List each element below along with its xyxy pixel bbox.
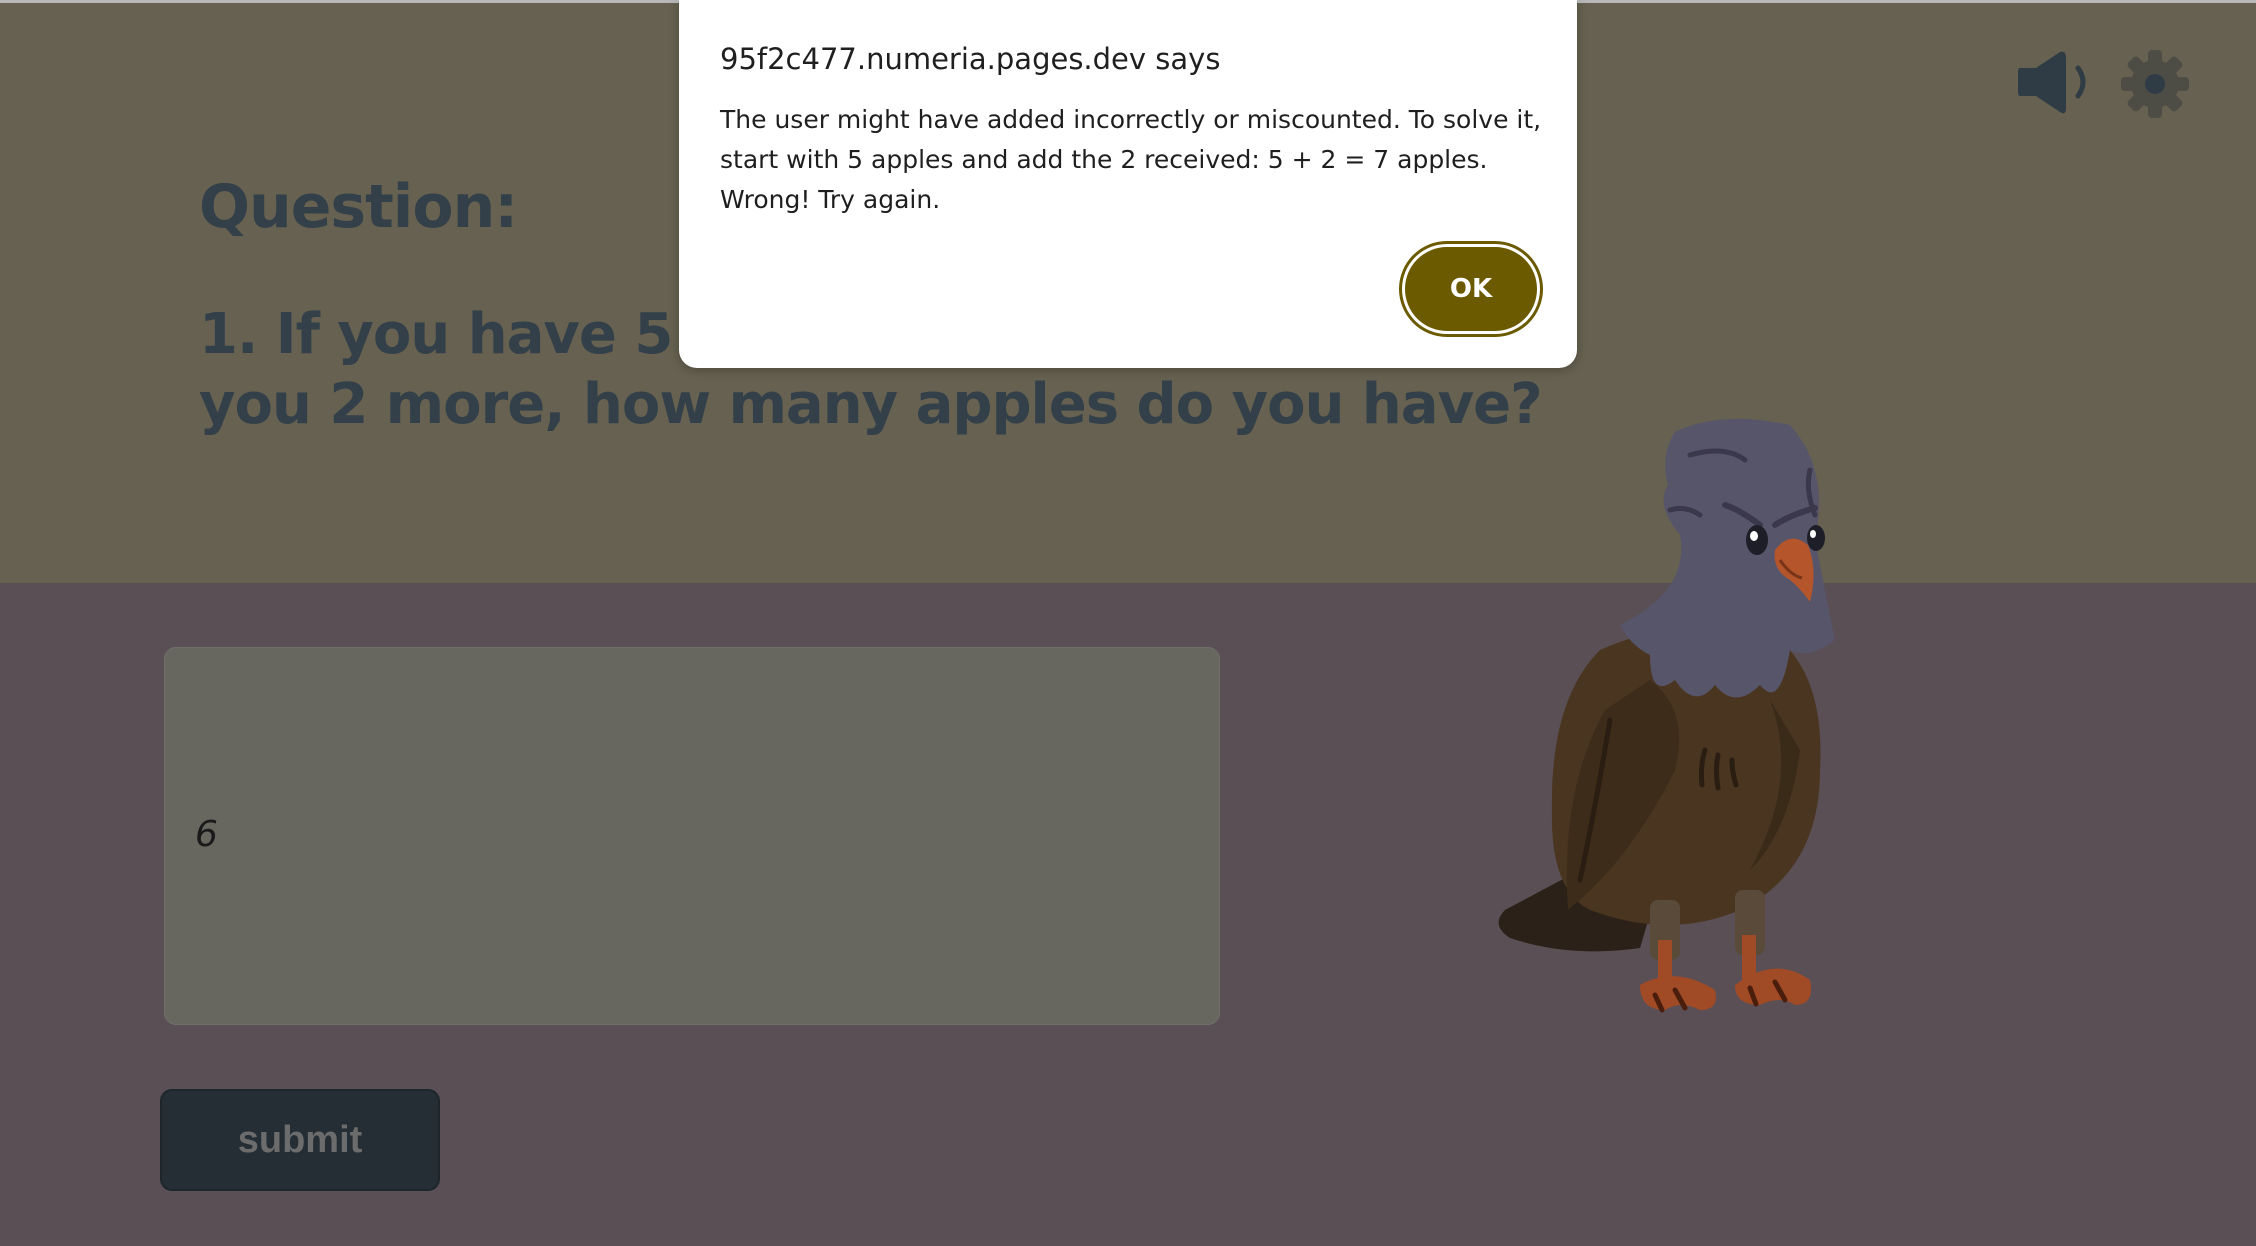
dialog-message: The user might have added incorrectly or… (720, 105, 1542, 214)
question-heading: Question: (199, 172, 518, 242)
sound-button[interactable] (2018, 50, 2094, 116)
ok-button[interactable]: OK (1399, 241, 1543, 337)
dialog-title: 95f2c477.numeria.pages.dev says (720, 42, 1221, 76)
answer-input[interactable] (193, 803, 1187, 865)
submit-button[interactable]: submit (160, 1089, 440, 1191)
answer-box (164, 647, 1220, 1025)
settings-button[interactable] (2121, 50, 2189, 118)
speaker-icon (2018, 51, 2086, 114)
gear-icon (2121, 50, 2189, 118)
eagle-illustration (1498, 418, 1835, 1013)
alert-dialog: 95f2c477.numeria.pages.dev says The user… (679, 0, 1577, 368)
